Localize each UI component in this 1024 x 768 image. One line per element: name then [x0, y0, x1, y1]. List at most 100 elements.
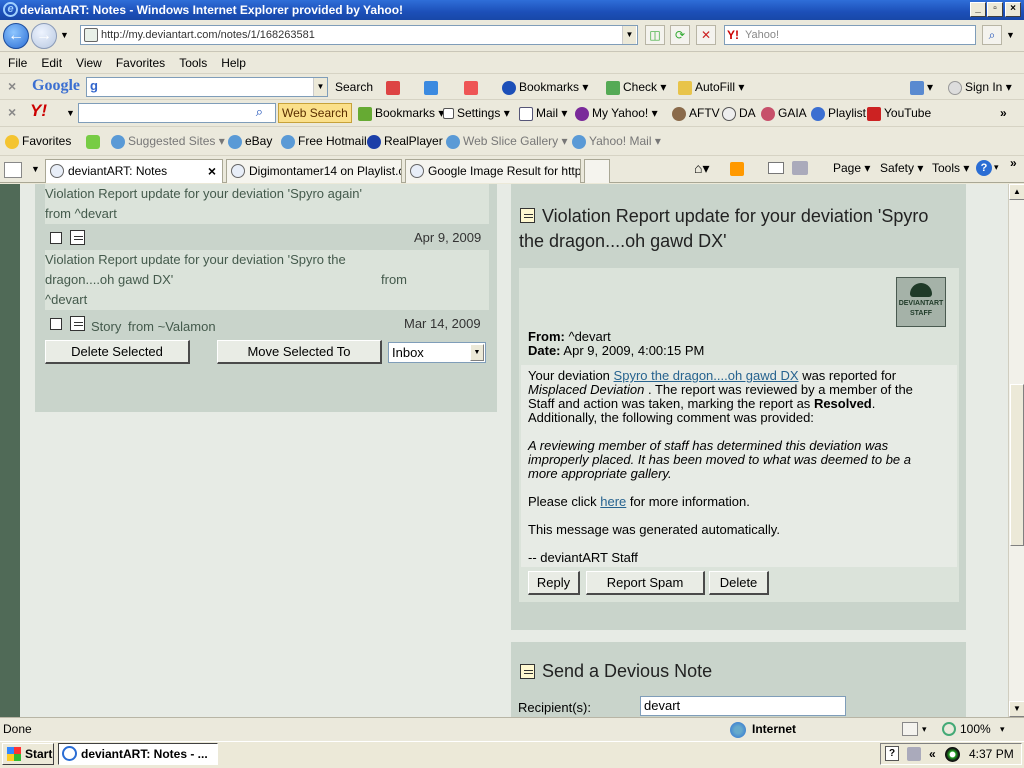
more-info-link[interactable]: here — [600, 494, 626, 509]
zoom-level[interactable]: 100% — [960, 718, 991, 741]
taskbar-item-deviantart[interactable]: deviantART: Notes - ... — [58, 743, 218, 765]
tab-list-dropdown-icon[interactable]: ▼ — [31, 164, 40, 174]
close-yahoo-toolbar-icon[interactable]: × — [8, 103, 16, 121]
link-gaia[interactable]: GAIA — [761, 104, 807, 122]
zoom-icon[interactable] — [942, 722, 956, 736]
help-icon[interactable]: ? — [976, 160, 992, 176]
delete-selected-button[interactable]: Delete Selected — [45, 340, 190, 364]
toolbar-overflow-chevron-icon[interactable]: » — [1000, 104, 1007, 122]
tray-expand-icon[interactable]: « — [929, 744, 936, 764]
scroll-thumb[interactable] — [1010, 384, 1024, 546]
yahoo-settings-button[interactable]: Settings ▾ — [443, 104, 510, 122]
menu-file[interactable]: File — [8, 56, 27, 70]
deviation-link[interactable]: Spyro the dragon....oh gawd DX — [614, 368, 799, 383]
media-tray-icon[interactable] — [945, 747, 960, 762]
fav-realplayer[interactable]: RealPlayer — [367, 132, 443, 150]
help-dropdown-icon[interactable]: ▾ — [994, 162, 999, 173]
new-tab-button[interactable] — [584, 159, 610, 183]
note-row-2[interactable]: Violation Report update for your deviati… — [45, 250, 489, 310]
google-search-input[interactable]: g — [86, 77, 328, 97]
close-window-button[interactable]: × — [1005, 2, 1021, 17]
menu-help[interactable]: Help — [221, 56, 246, 70]
move-selected-button[interactable]: Move Selected To — [217, 340, 382, 364]
print-icon[interactable] — [792, 161, 808, 175]
zoom-dropdown-icon[interactable]: ▾ — [1000, 718, 1005, 741]
fav-yahoo-mail[interactable]: Yahoo! Mail ▾ — [572, 132, 661, 150]
note-row-1[interactable]: Violation Report update for your deviati… — [45, 184, 489, 224]
note-2-checkbox[interactable] — [50, 232, 62, 244]
protected-mode-icon[interactable] — [902, 722, 918, 736]
tab-google-image[interactable]: Google Image Result for http:... — [405, 159, 581, 183]
page-menu[interactable]: Page ▾ — [833, 161, 870, 175]
network-tray-icon[interactable] — [907, 747, 921, 761]
search-options-icon[interactable]: ▼ — [1006, 30, 1015, 40]
popup-blocker-icon[interactable] — [386, 80, 400, 95]
compatibility-icon[interactable]: ◫ — [645, 25, 665, 45]
google-search-button[interactable]: Search — [335, 78, 373, 96]
command-overflow-chevron-icon[interactable]: » — [1010, 156, 1017, 170]
link-aftv[interactable]: AFTV — [672, 104, 720, 122]
note-2-subject-line-2[interactable]: dragon....oh gawd DX' — [45, 272, 173, 287]
reply-button[interactable]: Reply — [528, 571, 580, 595]
fav-hotmail[interactable]: Free Hotmail — [281, 132, 367, 150]
from-value[interactable]: ^devart — [568, 329, 610, 344]
yahoo-mail-button[interactable]: Mail ▾ — [519, 104, 567, 122]
home-icon[interactable]: ⌂▾ — [694, 160, 709, 177]
page-scrollbar[interactable]: ▲ ▼ — [1008, 184, 1024, 717]
start-button[interactable]: Start — [2, 743, 54, 765]
google-plus-icon[interactable] — [424, 80, 438, 95]
note-2-subject-line-1[interactable]: Violation Report update for your deviati… — [45, 252, 346, 267]
note-1-subject[interactable]: Violation Report update for your deviati… — [45, 186, 362, 201]
report-spam-button[interactable]: Report Spam — [586, 571, 705, 595]
forward-arrow-icon[interactable]: → — [31, 23, 57, 49]
menu-tools[interactable]: Tools — [179, 56, 207, 70]
folder-dropdown-icon[interactable]: ▼ — [470, 344, 484, 361]
menu-edit[interactable]: Edit — [41, 56, 62, 70]
refresh-icon[interactable]: ⟳ — [670, 25, 690, 45]
close-toolbar-icon[interactable]: × — [8, 77, 16, 95]
maximize-button[interactable]: ▫ — [987, 2, 1003, 17]
help-tray-icon[interactable]: ? — [885, 746, 899, 761]
history-dropdown-icon[interactable]: ▼ — [60, 30, 69, 40]
search-go-icon[interactable]: ⌕ — [982, 25, 1002, 45]
my-yahoo-button[interactable]: My Yahoo! ▾ — [575, 104, 658, 122]
wrench-icon[interactable] — [910, 80, 924, 95]
yahoo-y-icon[interactable]: Y! — [30, 102, 47, 120]
link-playlist[interactable]: Playlist — [811, 104, 866, 122]
folder-select[interactable]: Inbox ▼ — [388, 342, 486, 363]
yahoo-menu-dropdown-icon[interactable]: ▼ — [66, 104, 75, 122]
menu-view[interactable]: View — [76, 56, 102, 70]
tab-deviantart-notes[interactable]: deviantART: Notes × — [45, 159, 223, 183]
note-3-checkbox[interactable] — [50, 318, 62, 330]
yahoo-toolbar-search-input[interactable]: ⌕ — [78, 103, 276, 123]
menu-favorites[interactable]: Favorites — [116, 56, 165, 70]
back-arrow-icon[interactable]: ← — [3, 23, 29, 49]
link-da[interactable]: DA — [722, 104, 756, 122]
fav-suggested-sites[interactable]: Suggested Sites ▾ — [111, 132, 225, 150]
read-mail-icon[interactable] — [768, 162, 784, 174]
share-icon[interactable] — [464, 80, 478, 95]
favorites-button[interactable]: Favorites — [5, 132, 71, 150]
quick-tabs-icon[interactable] — [4, 162, 22, 178]
spell-check-button[interactable]: Check ▾ — [606, 78, 666, 96]
yahoo-search-input[interactable]: Y! Yahoo! — [724, 25, 976, 45]
google-search-dropdown-icon[interactable]: ▼ — [313, 78, 327, 96]
close-tab-icon[interactable]: × — [208, 160, 216, 182]
address-dropdown-icon[interactable]: ▼ — [622, 26, 636, 44]
stop-icon[interactable]: ✕ — [696, 25, 716, 45]
delete-note-button[interactable]: Delete — [709, 571, 769, 595]
autofill-button[interactable]: AutoFill ▾ — [678, 78, 744, 96]
tools-menu[interactable]: Tools ▾ — [932, 161, 969, 175]
tab-playlist[interactable]: Digimontamer14 on Playlist.co... — [226, 159, 402, 183]
minimize-button[interactable]: _ — [970, 2, 986, 17]
clock[interactable]: 4:37 PM — [969, 744, 1014, 764]
yahoo-bookmarks-button[interactable]: Bookmarks ▾ — [358, 104, 444, 122]
fav-ebay[interactable]: eBay — [228, 132, 272, 150]
add-favorite-icon[interactable] — [86, 134, 100, 149]
recipient-input[interactable]: devart — [640, 696, 846, 716]
note-3-subject[interactable]: Story — [91, 319, 121, 334]
google-bookmarks-button[interactable]: Bookmarks ▾ — [502, 78, 588, 96]
feeds-icon[interactable] — [730, 162, 744, 176]
scroll-up-icon[interactable]: ▲ — [1009, 184, 1024, 200]
google-signin-button[interactable]: Sign In ▾ — [948, 78, 1012, 96]
